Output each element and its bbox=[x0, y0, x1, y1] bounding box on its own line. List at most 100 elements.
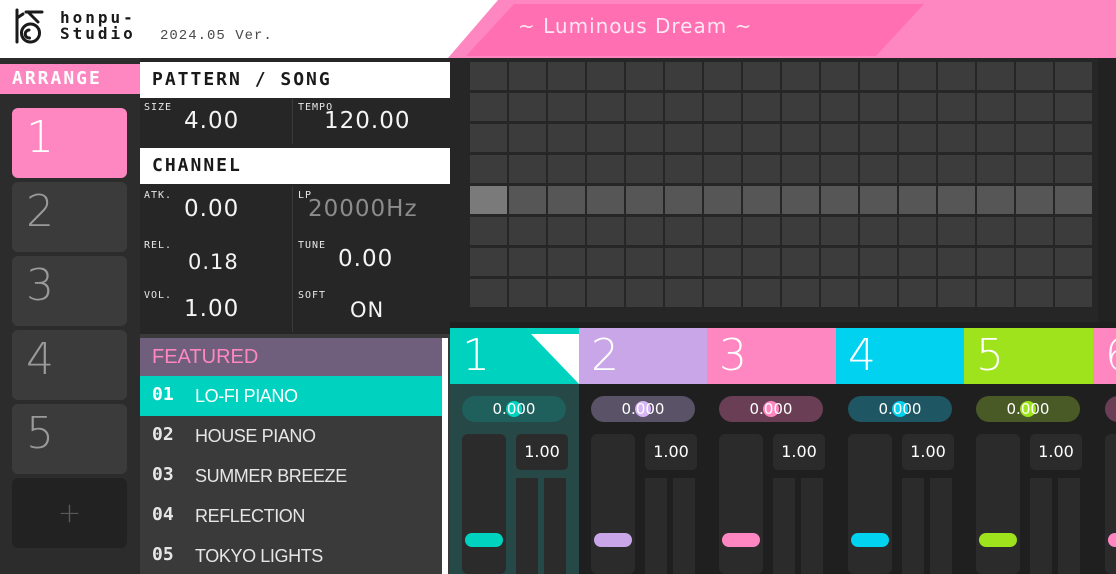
grid-cell[interactable] bbox=[938, 248, 975, 276]
grid-cell[interactable] bbox=[509, 186, 546, 214]
grid-cell[interactable] bbox=[1016, 248, 1053, 276]
grid-cell[interactable] bbox=[821, 186, 858, 214]
arrange-slot-3[interactable]: 3 bbox=[12, 256, 127, 326]
channel-tab-5[interactable]: 5 bbox=[964, 328, 1093, 384]
grid-cell[interactable] bbox=[899, 62, 936, 90]
grid-cell[interactable] bbox=[587, 62, 624, 90]
grid-cell[interactable] bbox=[743, 186, 780, 214]
grid-cell[interactable] bbox=[548, 124, 585, 152]
grid-cell[interactable] bbox=[1055, 248, 1092, 276]
grid-cell[interactable] bbox=[1016, 279, 1053, 307]
playlist-item-3[interactable]: 03 SUMMER BREEZE bbox=[140, 456, 442, 496]
grid-cell[interactable] bbox=[899, 217, 936, 245]
grid-cell[interactable] bbox=[899, 186, 936, 214]
grid-cell[interactable] bbox=[509, 248, 546, 276]
grid-cell[interactable] bbox=[977, 62, 1014, 90]
grid-cell[interactable] bbox=[782, 186, 819, 214]
grid-cell[interactable] bbox=[821, 62, 858, 90]
grid-cell[interactable] bbox=[704, 93, 741, 121]
grid-cell[interactable] bbox=[509, 124, 546, 152]
fader-knob[interactable] bbox=[594, 533, 632, 547]
grid-scrollbar[interactable] bbox=[1098, 58, 1116, 328]
grid-cell[interactable] bbox=[1055, 155, 1092, 183]
channel-volume-value[interactable]: 1.00 bbox=[1030, 434, 1082, 470]
grid-cell[interactable] bbox=[938, 93, 975, 121]
grid-cell[interactable] bbox=[509, 93, 546, 121]
grid-cell[interactable] bbox=[977, 248, 1014, 276]
grid-cell[interactable] bbox=[743, 124, 780, 152]
grid-cell[interactable] bbox=[743, 62, 780, 90]
grid-cell[interactable] bbox=[821, 217, 858, 245]
channel-tab-6[interactable]: 6 bbox=[1093, 328, 1116, 384]
grid-cell[interactable] bbox=[743, 217, 780, 245]
grid-cell[interactable] bbox=[470, 155, 507, 183]
playlist-scrollbar[interactable] bbox=[442, 338, 448, 574]
grid-cell[interactable] bbox=[1055, 93, 1092, 121]
attack-param[interactable]: ATK. 0.00 bbox=[140, 186, 290, 236]
grid-cell[interactable] bbox=[470, 217, 507, 245]
grid-cell[interactable] bbox=[509, 62, 546, 90]
grid-cell[interactable] bbox=[821, 93, 858, 121]
grid-cell[interactable] bbox=[899, 155, 936, 183]
grid-cell[interactable] bbox=[470, 186, 507, 214]
channel-tab-2[interactable]: 2 bbox=[579, 328, 708, 384]
volume-fader[interactable] bbox=[719, 434, 763, 574]
grid-cell[interactable] bbox=[704, 155, 741, 183]
grid-cell[interactable] bbox=[665, 155, 702, 183]
channel-volume-value[interactable]: 1.00 bbox=[902, 434, 954, 470]
grid-cell[interactable] bbox=[782, 217, 819, 245]
grid-cell[interactable] bbox=[899, 279, 936, 307]
grid-cell[interactable] bbox=[665, 62, 702, 90]
grid-cell[interactable] bbox=[470, 62, 507, 90]
grid-cell[interactable] bbox=[782, 248, 819, 276]
grid-cell[interactable] bbox=[470, 93, 507, 121]
grid-cell[interactable] bbox=[1016, 155, 1053, 183]
grid-cell[interactable] bbox=[470, 279, 507, 307]
pan-knob[interactable]: 0.000 bbox=[591, 396, 695, 422]
tempo-param[interactable]: TEMPO 120.00 bbox=[294, 98, 444, 148]
grid-cell[interactable] bbox=[782, 279, 819, 307]
arrange-slot-2[interactable]: 2 bbox=[12, 182, 127, 252]
add-slot-button[interactable]: + bbox=[12, 478, 127, 548]
grid-cell[interactable] bbox=[665, 248, 702, 276]
grid-cell[interactable] bbox=[977, 155, 1014, 183]
pan-knob[interactable]: 0.000 bbox=[462, 396, 566, 422]
grid-cell[interactable] bbox=[626, 279, 663, 307]
grid-cell[interactable] bbox=[548, 155, 585, 183]
grid-cell[interactable] bbox=[860, 186, 897, 214]
grid-cell[interactable] bbox=[1055, 62, 1092, 90]
grid-cell[interactable] bbox=[821, 248, 858, 276]
arrange-slot-1[interactable]: 1 bbox=[12, 108, 127, 178]
grid-cell[interactable] bbox=[782, 93, 819, 121]
fader-knob[interactable] bbox=[1108, 533, 1116, 547]
grid-cell[interactable] bbox=[626, 155, 663, 183]
grid-cell[interactable] bbox=[1016, 124, 1053, 152]
channel-volume-value[interactable]: 1.00 bbox=[516, 434, 568, 470]
volume-fader[interactable] bbox=[976, 434, 1020, 574]
grid-cell[interactable] bbox=[782, 62, 819, 90]
grid-cell[interactable] bbox=[899, 93, 936, 121]
grid-cell[interactable] bbox=[860, 62, 897, 90]
grid-cell[interactable] bbox=[509, 155, 546, 183]
grid-cell[interactable] bbox=[977, 186, 1014, 214]
channel-volume-value[interactable]: 1.00 bbox=[773, 434, 825, 470]
grid-cell[interactable] bbox=[1055, 124, 1092, 152]
grid-cell[interactable] bbox=[626, 248, 663, 276]
grid-cell[interactable] bbox=[587, 124, 624, 152]
lowpass-param[interactable]: LP 20000Hz bbox=[294, 186, 444, 236]
grid-cell[interactable] bbox=[977, 279, 1014, 307]
pan-knob[interactable]: 0.000 bbox=[976, 396, 1080, 422]
grid-cell[interactable] bbox=[704, 186, 741, 214]
arrange-slot-4[interactable]: 4 bbox=[12, 330, 127, 400]
grid-cell[interactable] bbox=[860, 217, 897, 245]
grid-cell[interactable] bbox=[821, 279, 858, 307]
grid-cell[interactable] bbox=[743, 279, 780, 307]
grid-cell[interactable] bbox=[899, 124, 936, 152]
grid-cell[interactable] bbox=[743, 93, 780, 121]
grid-cell[interactable] bbox=[743, 248, 780, 276]
arrange-slot-5[interactable]: 5 bbox=[12, 404, 127, 474]
grid-cell[interactable] bbox=[587, 93, 624, 121]
pan-knob[interactable] bbox=[1105, 396, 1116, 422]
grid-cell[interactable] bbox=[548, 186, 585, 214]
grid-cell[interactable] bbox=[587, 248, 624, 276]
